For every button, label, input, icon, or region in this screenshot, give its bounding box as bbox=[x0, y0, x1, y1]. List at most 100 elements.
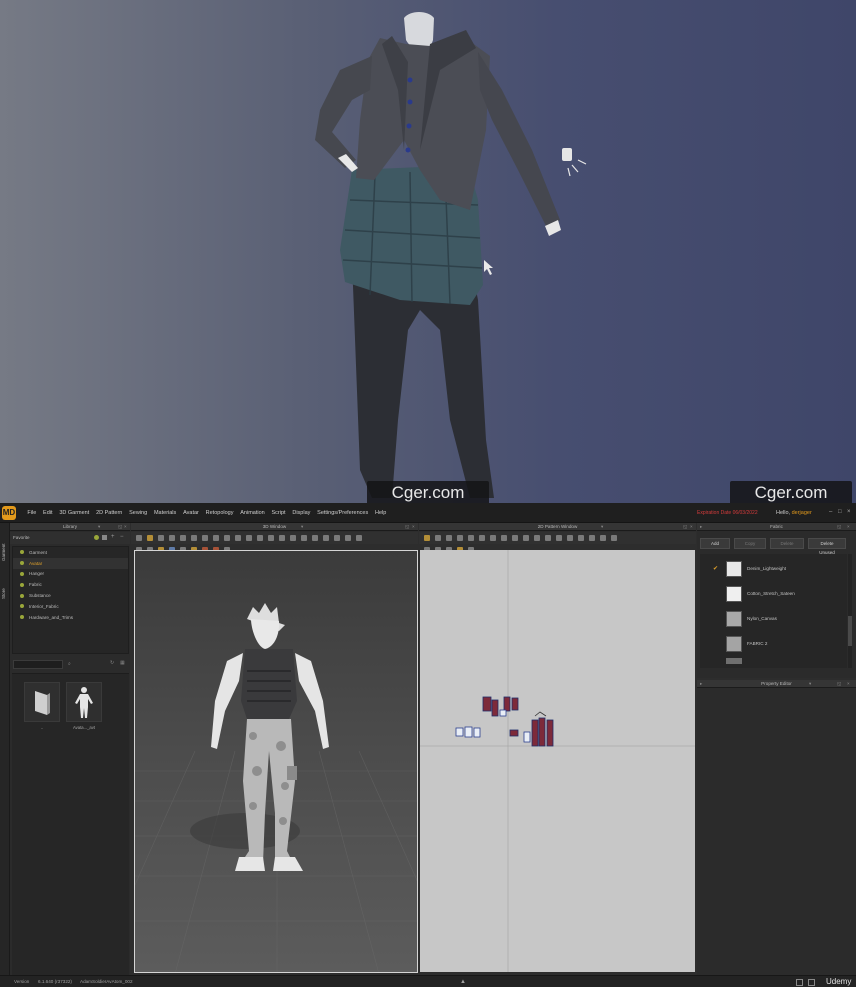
3d-viewport[interactable] bbox=[134, 550, 418, 973]
view-mode-icon[interactable]: ▦ bbox=[120, 660, 125, 666]
menu-file[interactable]: File bbox=[24, 503, 40, 523]
panel-close-icon[interactable]: × bbox=[690, 523, 693, 531]
panel-menu-icon[interactable]: ▾ bbox=[98, 523, 100, 531]
trim-tool-icon[interactable] bbox=[268, 535, 274, 541]
remove-icon[interactable]: − bbox=[120, 534, 124, 540]
tab-garment[interactable]: Garment bbox=[1, 537, 9, 567]
pin-tool-icon[interactable] bbox=[169, 535, 175, 541]
hole-tool-icon[interactable] bbox=[312, 535, 318, 541]
panel-float-icon[interactable]: ◱ bbox=[683, 523, 687, 531]
avatar-file-item[interactable] bbox=[66, 682, 102, 722]
copy-fabric-button[interactable]: Copy bbox=[734, 538, 766, 549]
menu-retopology[interactable]: Retopology bbox=[202, 503, 237, 523]
2d-pattern-viewport[interactable] bbox=[420, 550, 695, 972]
fabric-item[interactable]: Cotton_Stretch_Sateen bbox=[700, 583, 847, 607]
fold-tool-icon[interactable] bbox=[191, 535, 197, 541]
panel-menu-icon[interactable]: ▾ bbox=[301, 523, 303, 531]
puckering-tool-icon[interactable] bbox=[345, 535, 351, 541]
texture-edit-icon[interactable] bbox=[567, 535, 573, 541]
refresh-icon[interactable]: ↻ bbox=[110, 660, 114, 666]
menu-3d-garment[interactable]: 3D Garment bbox=[56, 503, 93, 523]
panel-collapse-icon[interactable]: ▸ bbox=[700, 523, 702, 531]
library-item-fabric[interactable]: Fabric bbox=[13, 579, 128, 590]
pen-tool-icon[interactable] bbox=[213, 535, 219, 541]
free-sewing-icon[interactable] bbox=[523, 535, 529, 541]
fullscreen-icon[interactable] bbox=[796, 979, 803, 986]
fabric-item[interactable]: Nylon_Canvas bbox=[700, 608, 847, 632]
maximize-icon[interactable]: □ bbox=[838, 509, 844, 515]
check-sewing-icon[interactable] bbox=[534, 535, 540, 541]
tab-store[interactable]: Store bbox=[1, 583, 9, 605]
segment-tool-icon[interactable] bbox=[246, 535, 252, 541]
style-line-icon[interactable] bbox=[235, 535, 241, 541]
menu-script[interactable]: Script bbox=[268, 503, 289, 523]
snap-tool-icon[interactable] bbox=[301, 535, 307, 541]
panel-close-icon[interactable]: × bbox=[847, 680, 850, 688]
panel-menu-icon[interactable]: ▾ bbox=[809, 680, 811, 688]
menu-edit[interactable]: Edit bbox=[40, 503, 56, 523]
button-2d-icon[interactable] bbox=[589, 535, 595, 541]
tack-tool-icon[interactable] bbox=[180, 535, 186, 541]
library-search-input[interactable] bbox=[13, 660, 63, 669]
library-item-garment[interactable]: Garment bbox=[13, 547, 128, 558]
measure-tool-icon[interactable] bbox=[202, 535, 208, 541]
menu-avatar[interactable]: Avatar bbox=[180, 503, 203, 523]
pin-2d-icon[interactable] bbox=[545, 535, 551, 541]
internal-polygon-icon[interactable] bbox=[490, 535, 496, 541]
close-icon[interactable]: × bbox=[847, 509, 853, 515]
delete-fabric-button[interactable]: Delete bbox=[770, 538, 804, 549]
dart-icon[interactable] bbox=[501, 535, 507, 541]
brush-tool-icon[interactable] bbox=[224, 535, 230, 541]
graphic-2d-icon[interactable] bbox=[578, 535, 584, 541]
fabric-item[interactable]: ✔ Denim_Lightweight bbox=[700, 558, 847, 582]
tag-icon[interactable] bbox=[102, 535, 107, 540]
add-favorite-icon[interactable] bbox=[94, 535, 99, 540]
panel-float-icon[interactable]: ◱ bbox=[118, 523, 122, 531]
panel-close-icon[interactable]: × bbox=[847, 523, 850, 531]
menu-materials[interactable]: Materials bbox=[151, 503, 180, 523]
topstitch-icon[interactable] bbox=[600, 535, 606, 541]
menu-display[interactable]: Display bbox=[289, 503, 314, 523]
panel-close-icon[interactable]: × bbox=[124, 523, 127, 531]
library-item-substance[interactable]: Substance bbox=[13, 590, 128, 601]
minimize-icon[interactable]: – bbox=[829, 509, 835, 515]
circle-icon[interactable] bbox=[479, 535, 485, 541]
panel-float-icon[interactable]: ◱ bbox=[405, 523, 409, 531]
fabric-scrollbar[interactable] bbox=[848, 554, 852, 668]
rectangle-icon[interactable] bbox=[468, 535, 474, 541]
panel-float-icon[interactable]: ◱ bbox=[837, 680, 841, 688]
graphic-tool-icon[interactable] bbox=[356, 535, 362, 541]
add-icon[interactable]: + bbox=[111, 534, 115, 540]
menu-settings-preferences[interactable]: Settings/Preferences bbox=[314, 503, 372, 523]
fold-arrangement-icon[interactable] bbox=[556, 535, 562, 541]
polygon-icon[interactable] bbox=[457, 535, 463, 541]
segment-sewing-icon[interactable] bbox=[512, 535, 518, 541]
zipper-tool-icon[interactable] bbox=[290, 535, 296, 541]
library-item-hanger[interactable]: Hanger bbox=[13, 569, 128, 580]
transform-tool-icon[interactable] bbox=[158, 535, 164, 541]
library-item-interior-fabric[interactable]: Interior_Fabric bbox=[13, 601, 128, 612]
panel-float-icon[interactable]: ◱ bbox=[837, 523, 841, 531]
menu-2d-pattern[interactable]: 2D Pattern bbox=[93, 503, 126, 523]
edit-point-icon[interactable] bbox=[446, 535, 452, 541]
menu-sewing[interactable]: Sewing bbox=[126, 503, 151, 523]
select-tool-icon[interactable] bbox=[136, 535, 142, 541]
fabric-item[interactable]: FABRIC 2 bbox=[700, 633, 847, 657]
library-item-avatar[interactable]: Avatar bbox=[13, 557, 128, 569]
menu-help[interactable]: Help bbox=[372, 503, 390, 523]
flip-tool-icon[interactable] bbox=[323, 535, 329, 541]
panel-close-icon[interactable]: × bbox=[412, 523, 415, 531]
search-icon[interactable]: ⌕ bbox=[68, 661, 71, 667]
library-item-hardware-and-trims[interactable]: Hardware_and_Trims bbox=[13, 612, 128, 623]
panel-collapse-icon[interactable]: ▸ bbox=[700, 680, 702, 688]
panel-menu-icon[interactable]: ▾ bbox=[601, 523, 603, 531]
move-tool-icon[interactable] bbox=[147, 535, 153, 541]
button-tool-icon[interactable] bbox=[279, 535, 285, 541]
add-fabric-button[interactable]: Add bbox=[700, 538, 730, 549]
tape-tool-icon[interactable] bbox=[257, 535, 263, 541]
edit-pattern-icon[interactable] bbox=[424, 535, 430, 541]
stitch-tool-icon[interactable] bbox=[334, 535, 340, 541]
layout-icon[interactable] bbox=[808, 979, 815, 986]
expand-up-icon[interactable]: ▲ bbox=[460, 976, 466, 987]
folder-up-item[interactable] bbox=[24, 682, 60, 722]
